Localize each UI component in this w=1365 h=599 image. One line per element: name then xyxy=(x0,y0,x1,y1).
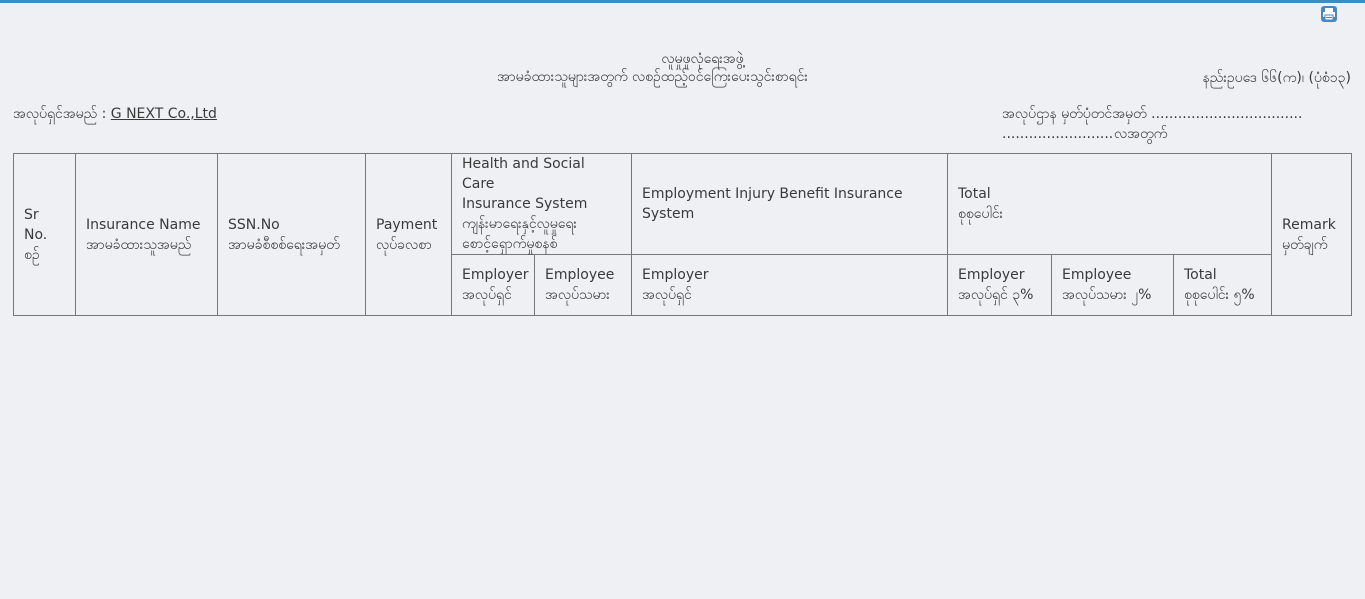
subheader-injury-employer-mm: အလုပ်ရှင် xyxy=(642,287,692,303)
header-ssn-no: SSN.No အာမခံစီစစ်ရေးအမှတ် xyxy=(217,153,366,316)
subheader-health-employee-mm: အလုပ်သမား xyxy=(545,287,610,303)
header-injury-en: Employment Injury Benefit Insurance Syst… xyxy=(642,186,903,222)
report-title-line2: အာမခံထားသူများအတွက် လစဉ်ထည့်ဝင်ကြေးပေးသွ… xyxy=(497,69,808,85)
header-health-en-line1: Health and Social Care xyxy=(462,156,585,192)
report-title-line1: လူမှုဖူလုံရေးအဖွဲ့ xyxy=(661,51,744,67)
subheader-total-total: Total စုစုပေါင်း ၅% xyxy=(1172,254,1273,316)
header-total: Total စုစုပေါင်း xyxy=(946,153,1273,255)
header-remark-en: Remark xyxy=(1282,216,1336,233)
month-label: လအတွက် xyxy=(1114,126,1168,142)
header-insurance-name-en: Insurance Name xyxy=(86,216,201,233)
subheader-health-employer-mm: အလုပ်ရှင် xyxy=(462,287,512,303)
header-remark-mm: မှတ်ချက် xyxy=(1282,236,1328,253)
printer-icon xyxy=(1321,6,1337,22)
header-sr-no-mm: စဉ် xyxy=(24,246,40,263)
subheader-total-employee-en: Employee xyxy=(1062,267,1132,283)
header-total-mm: စုစုပေါင်း xyxy=(958,206,1004,222)
header-remark: Remark မှတ်ချက် xyxy=(1271,153,1353,316)
registration-number-block: အလုပ်ဌာန မှတ်ပုံတင်အမှတ် ...............… xyxy=(1002,104,1303,144)
subheader-total-total-mm: စုစုပေါင်း ၅% xyxy=(1184,287,1255,303)
registration-label: အလုပ်ဌာန မှတ်ပုံတင်အမှတ် xyxy=(1002,106,1147,122)
header-payment: Payment လုပ်ခလစာ xyxy=(365,153,452,316)
header-insurance-name: Insurance Name အာမခံထားသူအမည် xyxy=(75,153,218,316)
employer-name-label: အလုပ်ရှင်အမည် : xyxy=(13,106,107,122)
header-health-mm-line1: ကျန်းမာရေးနှင့်လူမှုရေး xyxy=(462,216,577,232)
header-health-en-line2: Insurance System xyxy=(462,196,588,212)
subheader-total-employer-mm: အလုပ်ရှင် ၃% xyxy=(958,287,1034,303)
header-sr-no-en: Sr No. xyxy=(24,206,48,243)
subheader-health-employer: Employer အလုပ်ရှင် xyxy=(451,254,535,316)
subheader-health-employee-en: Employee xyxy=(545,267,615,283)
registration-dots: ........................................… xyxy=(1151,106,1303,122)
subheader-injury-employer: Employer အလုပ်ရှင် xyxy=(631,254,948,316)
top-accent-bar xyxy=(0,0,1365,3)
header-total-en: Total xyxy=(958,186,991,202)
regulation-reference: နည်းဥပဒေ ၆၆(က)၊ (ပုံစံ၁၃) xyxy=(1202,70,1351,86)
subheader-total-employer: Employer အလုပ်ရှင် ၃% xyxy=(947,254,1052,316)
header-sr-no: Sr No. စဉ် xyxy=(13,153,76,316)
contribution-table: Sr No. စဉ် Insurance Name အာမခံထားသူအမည်… xyxy=(13,153,1353,316)
header-insurance-name-mm: အာမခံထားသူအမည် xyxy=(86,236,192,253)
subheader-injury-employer-en: Employer xyxy=(642,267,709,283)
header-payment-mm: လုပ်ခလစာ xyxy=(376,236,432,253)
month-dots: ........................................… xyxy=(1002,126,1114,142)
subheader-total-employer-en: Employer xyxy=(958,267,1025,283)
header-health-system: Health and Social Care Insurance System … xyxy=(451,153,632,255)
header-payment-en: Payment xyxy=(376,216,438,233)
header-injury-system: Employment Injury Benefit Insurance Syst… xyxy=(631,153,948,255)
employer-name-row: အလုပ်ရှင်အမည် : G NEXT Co.,Ltd xyxy=(13,104,217,125)
subheader-total-total-en: Total xyxy=(1184,267,1217,283)
subheader-total-employee-mm: အလုပ်သမား ၂% xyxy=(1062,287,1152,303)
header-health-mm-line2: စောင့်ရှောက်မှုစနစ် xyxy=(462,236,558,252)
header-ssn-no-en: SSN.No xyxy=(228,216,280,233)
header-ssn-no-mm: အာမခံစီစစ်ရေးအမှတ် xyxy=(228,236,340,253)
subheader-health-employer-en: Employer xyxy=(462,267,529,283)
subheader-total-employee: Employee အလုပ်သမား ၂% xyxy=(1051,254,1174,316)
print-button[interactable] xyxy=(1321,6,1337,22)
employer-name-link[interactable]: G NEXT Co.,Ltd xyxy=(111,106,217,122)
report-title: လူမှုဖူလုံရေးအဖွဲ့ အာမခံထားသူများအတွက် လ… xyxy=(0,50,1365,86)
subheader-health-employee: Employee အလုပ်သမား xyxy=(534,254,632,316)
